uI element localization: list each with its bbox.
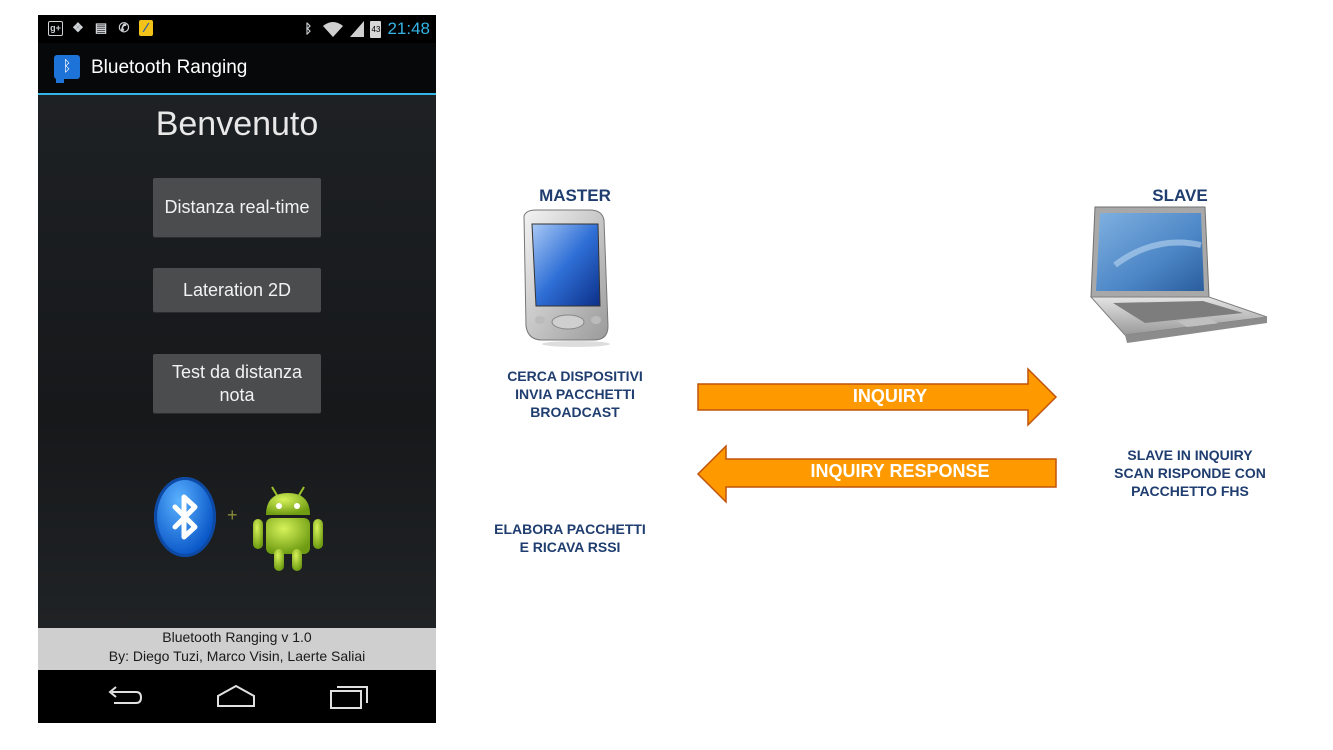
- welcome-heading: Benvenuto: [155, 105, 319, 143]
- home-icon[interactable]: [216, 684, 256, 710]
- navigation-bar: [38, 670, 436, 723]
- master-description-line: CERCA DISPOSITIVI: [507, 368, 643, 384]
- distance-realtime-button[interactable]: Distanza real-time: [153, 178, 321, 237]
- footer-version: Bluetooth Ranging v 1.0: [162, 629, 312, 645]
- slave-description: SLAVE IN INQUIRY SCAN RISPONDE CON PACCH…: [1085, 446, 1295, 500]
- bluetooth-logo-icon: [154, 477, 216, 557]
- battery-icon: 43: [370, 20, 382, 38]
- action-bar: ᛒ Bluetooth Ranging: [38, 43, 436, 95]
- google-plus-icon: g+: [48, 20, 63, 36]
- chat-icon: ▤: [94, 20, 108, 35]
- back-icon[interactable]: [104, 684, 144, 710]
- master-description-line: INVIA PACCHETTI: [515, 386, 635, 402]
- plus-icon: +: [227, 505, 238, 525]
- inquiry-label: INQUIRY: [852, 386, 928, 406]
- slave-label: SLAVE: [1152, 186, 1208, 205]
- slave-description-line: SCAN RISPONDE CON: [1114, 465, 1266, 481]
- phone-screenshot: g+ ❖ ▤ ✆ ∕ ᛒ 43 21:48 ᛒ Bluetooth Rangin…: [38, 15, 436, 723]
- pda-device-icon: [523, 209, 610, 347]
- lateration-2d-button[interactable]: Lateration 2D: [153, 268, 321, 312]
- bluetooth-status-icon: ᛒ: [304, 21, 313, 36]
- recent-apps-icon[interactable]: [329, 684, 369, 710]
- whatsapp-icon: ✆: [118, 20, 130, 35]
- status-bar: g+ ❖ ▤ ✆ ∕ ᛒ 43 21:48: [38, 15, 436, 43]
- notification-icon: ∕: [139, 20, 153, 36]
- wifi-icon: [323, 21, 344, 37]
- known-distance-test-button[interactable]: Test da distanza nota: [153, 354, 321, 413]
- bluetooth-app-icon[interactable]: ᛒ: [54, 55, 80, 83]
- slave-description-line: PACCHETTO FHS: [1131, 483, 1249, 499]
- slave-description-line: SLAVE IN INQUIRY: [1127, 447, 1253, 463]
- signal-icon: [350, 21, 365, 37]
- app-title: Bluetooth Ranging: [91, 57, 248, 78]
- master-processing-line: ELABORA PACCHETTI: [494, 521, 646, 537]
- app-footer: Bluetooth Ranging v 1.0 By: Diego Tuzi, …: [38, 628, 436, 670]
- inquiry-response-label: INQUIRY RESPONSE: [810, 461, 990, 481]
- footer-authors: By: Diego Tuzi, Marco Visin, Laerte Sali…: [108, 648, 366, 664]
- master-description: CERCA DISPOSITIVI INVIA PACCHETTI BROADC…: [470, 367, 680, 421]
- dropbox-icon: ❖: [72, 20, 84, 35]
- laptop-icon: [1089, 206, 1268, 343]
- master-label: MASTER: [539, 186, 611, 205]
- master-processing-line: E RICAVA RSSI: [519, 539, 621, 555]
- master-processing-text: ELABORA PACCHETTI E RICAVA RSSI: [465, 520, 675, 556]
- master-description-line: BROADCAST: [530, 404, 620, 420]
- clock: 21:48: [387, 19, 430, 38]
- android-robot-icon: [253, 486, 323, 571]
- main-content: Benvenuto Distanza real-time Lateration …: [38, 95, 436, 628]
